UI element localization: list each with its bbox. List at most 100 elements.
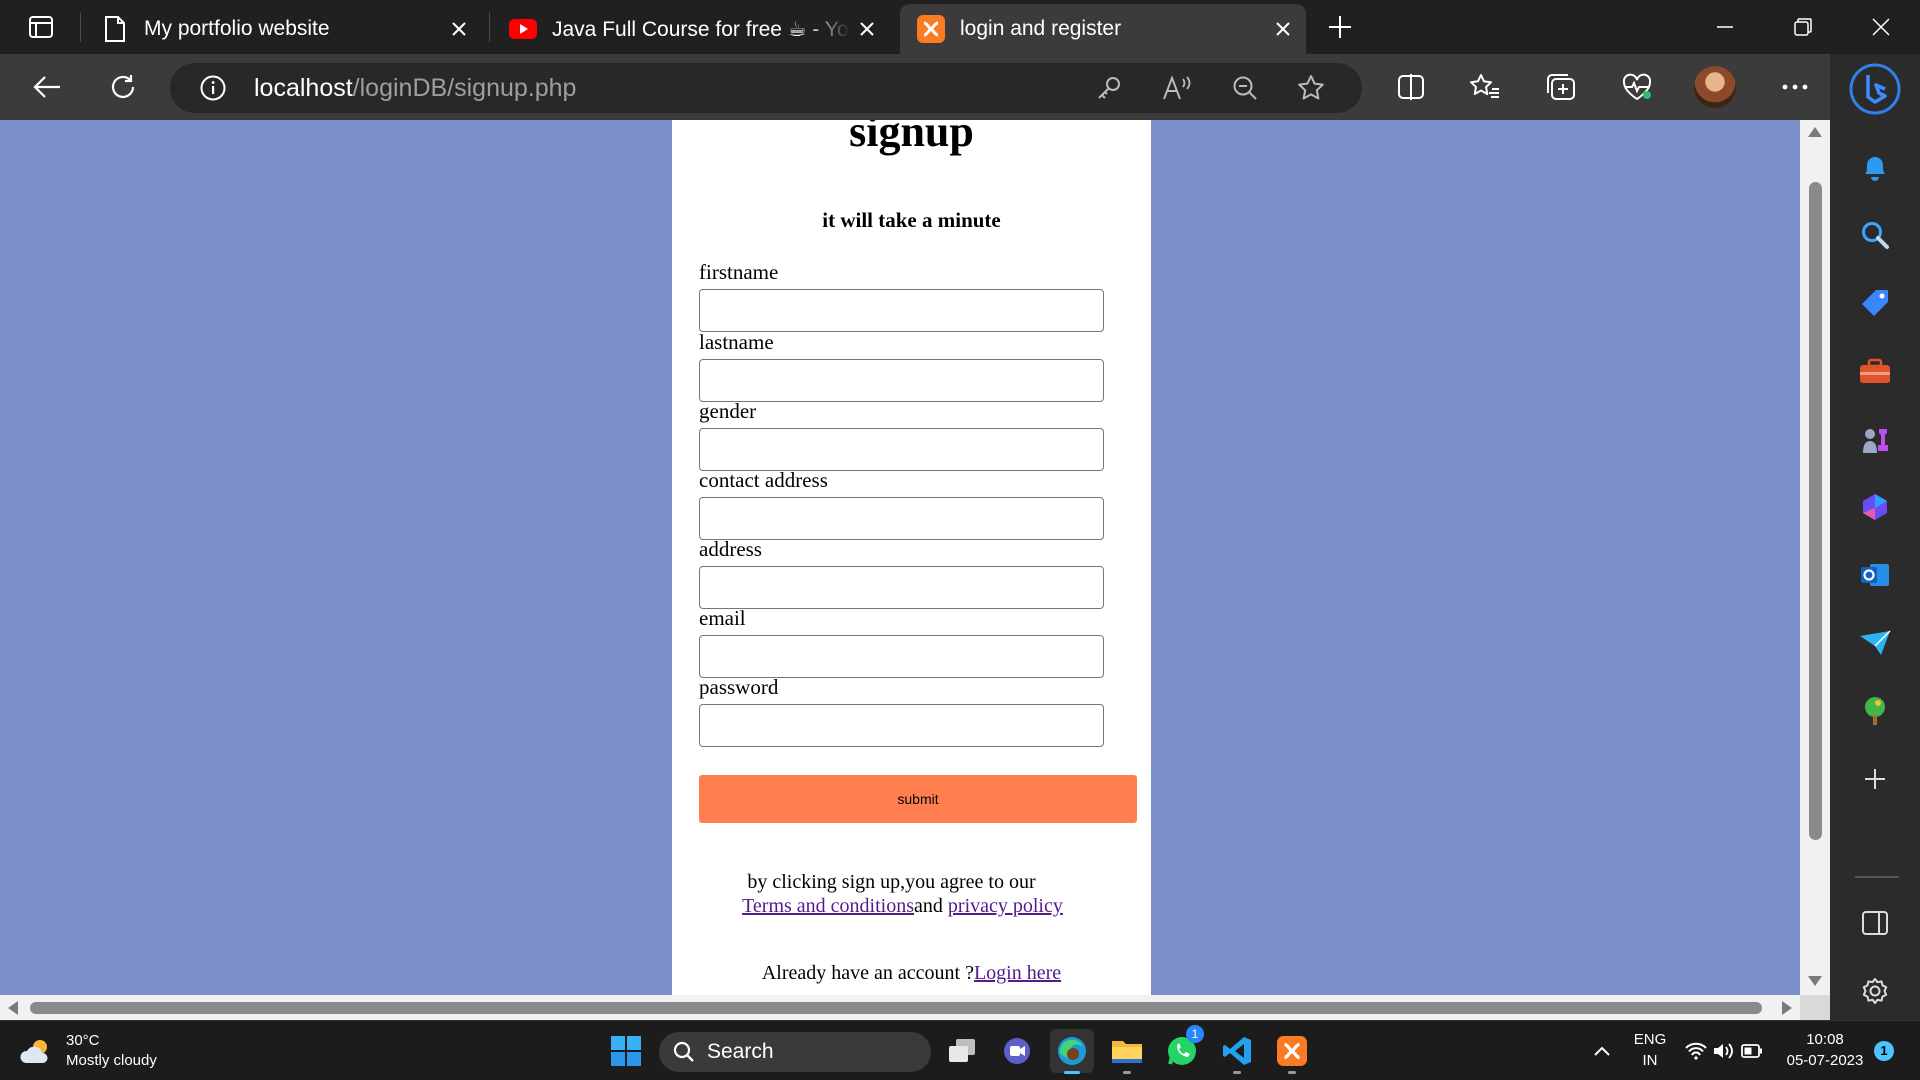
terms-link[interactable]: Terms and conditions bbox=[742, 895, 914, 917]
outlook-button[interactable] bbox=[1852, 552, 1898, 598]
login-link[interactable]: Login here bbox=[974, 962, 1061, 984]
profile-avatar[interactable] bbox=[1694, 66, 1736, 108]
key-icon[interactable] bbox=[1092, 71, 1126, 105]
vscode-button[interactable] bbox=[1215, 1029, 1259, 1074]
collections-icon bbox=[1547, 74, 1575, 100]
weather-widget[interactable]: 30°C Mostly cloudy bbox=[20, 1031, 157, 1071]
password-input[interactable] bbox=[699, 704, 1104, 747]
firstname-input[interactable] bbox=[699, 289, 1104, 332]
tab-portfolio[interactable]: My portfolio website bbox=[84, 4, 482, 54]
settings-more-button[interactable] bbox=[1772, 64, 1818, 110]
scroll-down-icon[interactable] bbox=[1808, 976, 1822, 986]
teams-chat-button[interactable] bbox=[995, 1029, 1039, 1073]
xampp-taskbar-button[interactable] bbox=[1270, 1029, 1314, 1074]
date: 05-07-2023 bbox=[1786, 1052, 1864, 1069]
gender-label: gender bbox=[699, 399, 757, 423]
shopping-button[interactable] bbox=[1852, 280, 1898, 326]
submit-button[interactable]: submit bbox=[699, 775, 1137, 823]
bing-copilot-button[interactable] bbox=[1848, 62, 1902, 116]
edge-sidebar bbox=[1830, 54, 1920, 1020]
file-explorer-button[interactable] bbox=[1105, 1029, 1149, 1074]
tree-app-button[interactable] bbox=[1852, 688, 1898, 734]
plus-icon bbox=[1865, 769, 1885, 789]
tab-login-register[interactable]: login and register bbox=[900, 4, 1306, 54]
close-tab-icon[interactable] bbox=[442, 12, 476, 46]
email-input[interactable] bbox=[699, 635, 1104, 678]
collections-button[interactable] bbox=[1538, 64, 1584, 110]
firstname-label: firstname bbox=[699, 260, 779, 284]
favorite-star-icon[interactable] bbox=[1294, 71, 1328, 105]
favorites-button[interactable] bbox=[1462, 64, 1508, 110]
clock[interactable]: 10:08 05-07-2023 bbox=[1780, 1029, 1870, 1071]
horizontal-scroll-thumb[interactable] bbox=[30, 1002, 1762, 1014]
vertical-scrollbar[interactable] bbox=[1800, 120, 1830, 995]
tab-separator bbox=[80, 12, 81, 42]
new-tab-button[interactable] bbox=[1317, 4, 1363, 50]
task-view-button[interactable] bbox=[940, 1029, 984, 1073]
gear-icon bbox=[1862, 978, 1888, 1004]
folder-icon bbox=[1112, 1041, 1142, 1063]
show-hidden-icons-button[interactable] bbox=[1580, 1029, 1624, 1073]
sidebar-panel-icon bbox=[1862, 911, 1888, 935]
zoom-out-icon[interactable] bbox=[1228, 71, 1262, 105]
close-window-button[interactable] bbox=[1842, 0, 1920, 54]
agreement-line: by clicking sign up,you agree to our bbox=[747, 871, 1036, 893]
tab-title: My portfolio website bbox=[144, 17, 330, 40]
lastname-input[interactable] bbox=[699, 359, 1104, 402]
refresh-button[interactable] bbox=[100, 64, 146, 110]
tools-button[interactable] bbox=[1852, 348, 1898, 394]
youtube-icon bbox=[508, 14, 538, 44]
quick-settings-button[interactable] bbox=[1684, 1029, 1764, 1073]
url-text[interactable]: localhost/loginDB/signup.php bbox=[254, 74, 576, 103]
taskbar-search[interactable]: Search bbox=[659, 1032, 931, 1072]
split-screen-button[interactable] bbox=[1388, 64, 1434, 110]
signup-card: signup it will take a minute firstname l… bbox=[672, 120, 1151, 995]
arrow-left-icon bbox=[33, 76, 60, 98]
address-input[interactable] bbox=[699, 566, 1104, 609]
sidebar-settings-button[interactable] bbox=[1852, 968, 1898, 1014]
horizontal-scrollbar[interactable] bbox=[0, 995, 1800, 1020]
close-tab-icon[interactable] bbox=[850, 12, 884, 46]
close-tab-icon[interactable] bbox=[1266, 12, 1300, 46]
language-indicator[interactable]: ENG IN bbox=[1630, 1029, 1670, 1071]
scroll-right-icon[interactable] bbox=[1782, 1001, 1792, 1015]
chess-piece-icon bbox=[1863, 429, 1888, 453]
close-icon bbox=[1872, 18, 1890, 36]
contact-address-label: contact address bbox=[699, 468, 828, 492]
bing-icon bbox=[1849, 63, 1901, 115]
scroll-left-icon[interactable] bbox=[8, 1001, 18, 1015]
restore-button[interactable] bbox=[1764, 0, 1842, 54]
whatsapp-badge: 1 bbox=[1186, 1025, 1204, 1043]
tab-actions-button[interactable] bbox=[14, 9, 68, 45]
whatsapp-button[interactable]: 1 bbox=[1160, 1025, 1204, 1073]
contact-address-input[interactable] bbox=[699, 497, 1104, 540]
running-indicator bbox=[1288, 1071, 1296, 1074]
edge-icon bbox=[1058, 1037, 1086, 1065]
outlook-icon bbox=[1861, 564, 1889, 586]
sidebar-divider bbox=[1855, 876, 1899, 878]
minimize-button[interactable] bbox=[1686, 0, 1764, 54]
vertical-scroll-thumb[interactable] bbox=[1809, 182, 1822, 840]
sidebar-search-button[interactable] bbox=[1852, 212, 1898, 258]
gender-input[interactable] bbox=[699, 428, 1104, 471]
windows-taskbar: 30°C Mostly cloudy Search 1 ENG IN 10:08… bbox=[0, 1020, 1920, 1080]
hide-sidebar-button[interactable] bbox=[1852, 900, 1898, 946]
tab-java-course[interactable]: Java Full Course for free ☕ - YouTube bbox=[492, 4, 890, 54]
notifications-button[interactable] bbox=[1852, 144, 1898, 190]
plus-icon bbox=[1329, 16, 1351, 38]
address-bar[interactable]: localhost/loginDB/signup.php bbox=[170, 63, 1362, 113]
info-icon[interactable] bbox=[200, 75, 226, 101]
send-button[interactable] bbox=[1852, 620, 1898, 666]
notification-badge[interactable]: 1 bbox=[1874, 1041, 1894, 1061]
microsoft-365-button[interactable] bbox=[1852, 484, 1898, 530]
read-aloud-icon[interactable] bbox=[1160, 71, 1194, 105]
add-sidebar-app-button[interactable] bbox=[1852, 756, 1898, 802]
start-button[interactable] bbox=[604, 1029, 648, 1073]
games-button[interactable] bbox=[1852, 416, 1898, 462]
back-button[interactable] bbox=[24, 64, 70, 110]
search-icon bbox=[673, 1041, 694, 1062]
privacy-link[interactable]: privacy policy bbox=[948, 895, 1063, 917]
browser-essentials-button[interactable] bbox=[1614, 64, 1660, 110]
edge-taskbar-button[interactable] bbox=[1050, 1029, 1094, 1074]
scroll-up-icon[interactable] bbox=[1808, 127, 1822, 137]
